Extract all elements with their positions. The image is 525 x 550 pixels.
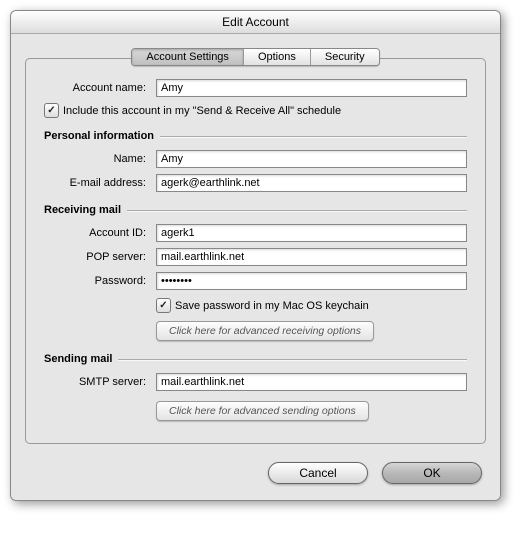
save-keychain-checkbox[interactable]: ✓ bbox=[156, 298, 171, 313]
cancel-button[interactable]: Cancel bbox=[268, 462, 368, 484]
account-id-input[interactable] bbox=[156, 224, 467, 242]
save-keychain-label: Save password in my Mac OS keychain bbox=[175, 300, 369, 312]
account-id-label: Account ID: bbox=[44, 227, 156, 239]
tab-account-settings[interactable]: Account Settings bbox=[132, 49, 244, 65]
advanced-receiving-button[interactable]: Click here for advanced receiving option… bbox=[156, 321, 374, 341]
tab-security[interactable]: Security bbox=[311, 49, 379, 65]
include-schedule-checkbox[interactable]: ✓ bbox=[44, 103, 59, 118]
email-input[interactable] bbox=[156, 174, 467, 192]
divider bbox=[127, 210, 467, 211]
account-name-label: Account name: bbox=[44, 82, 156, 94]
ok-button[interactable]: OK bbox=[382, 462, 482, 484]
pop-server-label: POP server: bbox=[44, 251, 156, 263]
account-settings-pane: Account name: ✓ Include this account in … bbox=[25, 58, 486, 444]
email-label: E-mail address: bbox=[44, 177, 156, 189]
edit-account-window: Edit Account Account Settings Options Se… bbox=[10, 10, 501, 501]
tab-options[interactable]: Options bbox=[244, 49, 311, 65]
account-name-input[interactable] bbox=[156, 79, 467, 97]
window-title: Edit Account bbox=[11, 11, 500, 34]
section-sending-title: Sending mail bbox=[44, 353, 112, 365]
include-schedule-label: Include this account in my "Send & Recei… bbox=[63, 105, 341, 117]
section-personal-title: Personal information bbox=[44, 130, 154, 142]
section-receiving-title: Receiving mail bbox=[44, 204, 121, 216]
password-label: Password: bbox=[44, 275, 156, 287]
divider bbox=[118, 359, 467, 360]
name-label: Name: bbox=[44, 153, 156, 165]
divider bbox=[160, 136, 467, 137]
advanced-sending-button[interactable]: Click here for advanced sending options bbox=[156, 401, 369, 421]
pop-server-input[interactable] bbox=[156, 248, 467, 266]
smtp-server-input[interactable] bbox=[156, 373, 467, 391]
name-input[interactable] bbox=[156, 150, 467, 168]
password-input[interactable] bbox=[156, 272, 467, 290]
tab-bar: Account Settings Options Security bbox=[131, 48, 379, 66]
smtp-server-label: SMTP server: bbox=[44, 376, 156, 388]
